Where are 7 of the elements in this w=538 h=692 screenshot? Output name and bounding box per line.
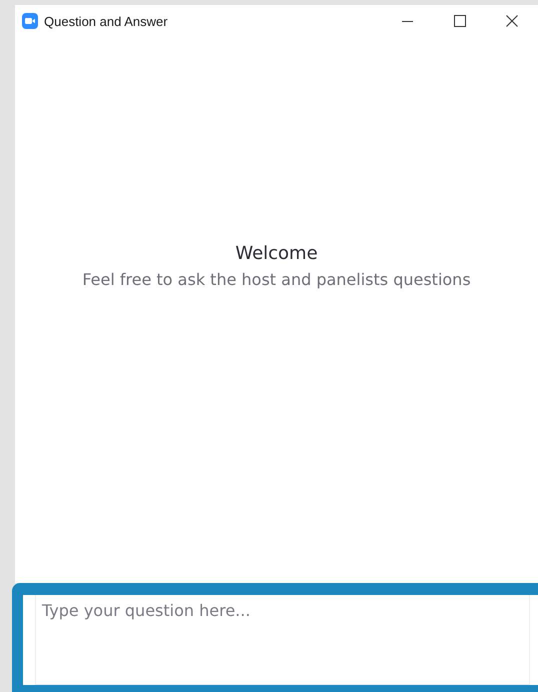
welcome-heading: Welcome [235, 243, 318, 264]
welcome-subtitle: Feel free to ask the host and panelists questions [82, 270, 471, 289]
close-icon[interactable] [506, 15, 518, 27]
video-camera-icon [22, 13, 38, 29]
window-title: Question and Answer [44, 14, 168, 28]
question-input[interactable]: Type your question here... [35, 595, 530, 685]
maximize-icon[interactable] [454, 15, 466, 27]
